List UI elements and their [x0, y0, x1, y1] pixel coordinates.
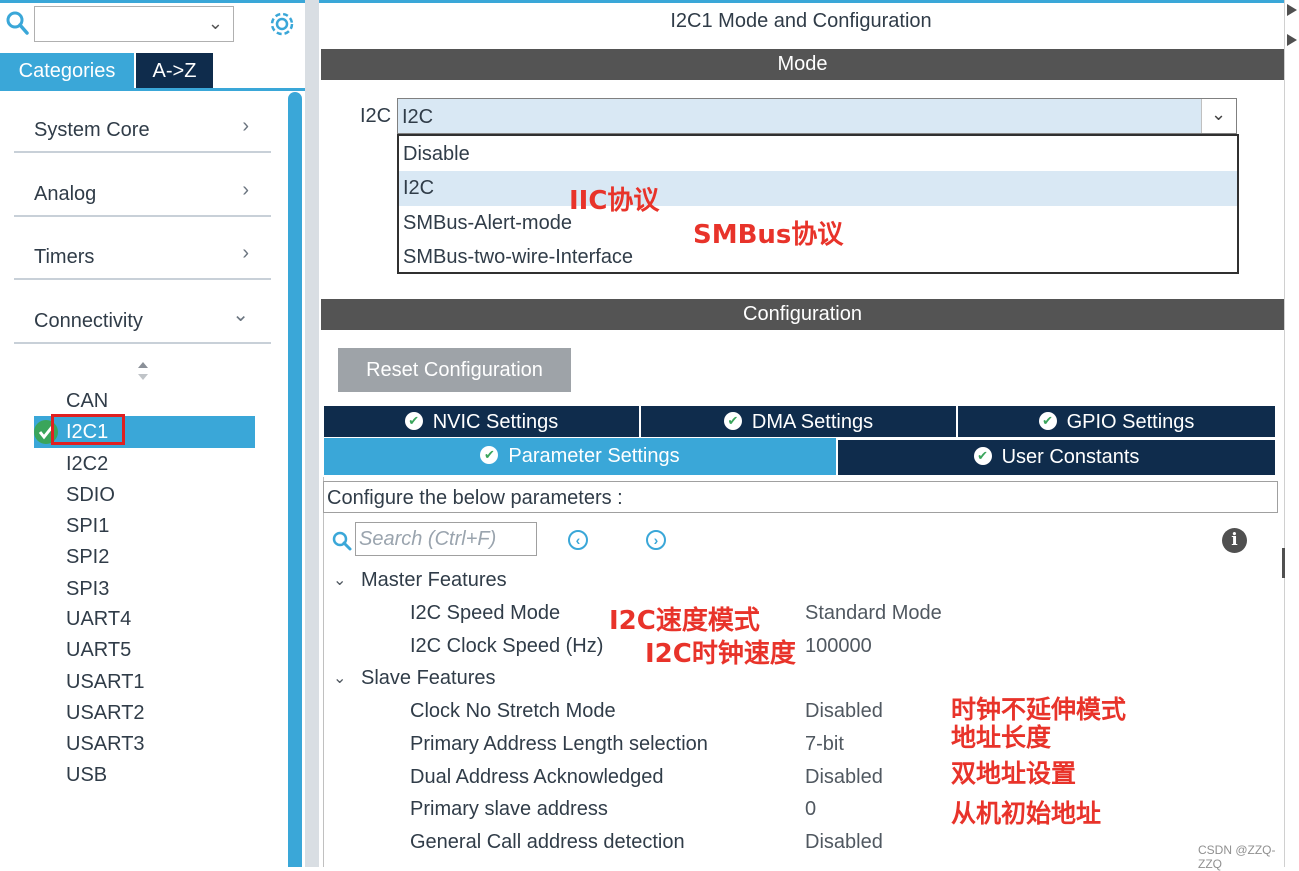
- category-label: Analog: [34, 183, 97, 205]
- chevron-down-icon: ⌄: [1211, 104, 1227, 124]
- search-icon[interactable]: [6, 10, 30, 36]
- tab-nvic-settings[interactable]: ✔ NVIC Settings: [324, 406, 639, 437]
- param-name: Primary slave address: [410, 798, 608, 820]
- param-value[interactable]: Disabled: [805, 831, 883, 854]
- param-name: Clock No Stretch Mode: [410, 700, 616, 722]
- param-value[interactable]: 0: [805, 798, 816, 821]
- parameter-search-input[interactable]: Search (Ctrl+F): [355, 522, 537, 556]
- reset-configuration-button[interactable]: Reset Configuration: [338, 348, 571, 392]
- right-scroll-edge[interactable]: [1284, 0, 1299, 867]
- tab-label: Parameter Settings: [508, 445, 680, 467]
- tab-a-to-z[interactable]: A->Z: [136, 53, 213, 89]
- category-label: Timers: [34, 246, 95, 268]
- top-border: [0, 0, 1299, 3]
- param-name: Primary Address Length selection: [410, 733, 708, 755]
- category-analog[interactable]: Analog ›: [14, 169, 271, 217]
- tab-label: GPIO Settings: [1066, 411, 1195, 433]
- group-slave-features[interactable]: Slave Features: [361, 667, 496, 690]
- param-value[interactable]: 7-bit: [805, 733, 844, 756]
- next-icon[interactable]: ›: [646, 530, 666, 550]
- category-label: System Core: [34, 119, 150, 141]
- i2c-mode-label: I2C: [360, 105, 392, 127]
- periph-usart2[interactable]: USART2: [66, 698, 145, 728]
- mode-dropdown-list: Disable I2C SMBus-Alert-mode SMBus-two-w…: [397, 134, 1239, 274]
- mode-header: Mode: [321, 49, 1284, 80]
- dropdown-option-i2c[interactable]: I2C: [399, 171, 1237, 206]
- annotation-clock-speed: I2C时钟速度: [645, 639, 796, 669]
- gear-icon[interactable]: [268, 10, 296, 38]
- chevron-icon: [1287, 4, 1297, 46]
- check-icon: ✔: [723, 411, 742, 430]
- annotation-address-length: 地址长度: [951, 723, 1052, 752]
- periph-uart4[interactable]: UART4: [66, 604, 131, 634]
- annotation-slave-address: 从机初始地址: [951, 799, 1102, 828]
- periph-uart5[interactable]: UART5: [66, 635, 131, 665]
- param-value[interactable]: Disabled: [805, 700, 883, 723]
- category-timers[interactable]: Timers ›: [14, 232, 271, 280]
- periph-usart1[interactable]: USART1: [66, 667, 145, 697]
- annotation-smbus: SMBus协议: [693, 220, 844, 250]
- periph-spi1[interactable]: SPI1: [66, 511, 109, 541]
- info-icon[interactable]: i: [1222, 528, 1247, 553]
- highlight-box: [51, 414, 125, 445]
- periph-i2c2[interactable]: I2C2: [66, 449, 108, 479]
- periph-sdio[interactable]: SDIO: [66, 480, 115, 510]
- periph-can[interactable]: CAN: [66, 386, 108, 416]
- param-name: I2C Clock Speed (Hz): [410, 635, 604, 657]
- param-name: General Call address detection: [410, 831, 685, 853]
- chevron-down-icon: ⌄: [232, 304, 249, 326]
- search-combo-box[interactable]: ⌄: [34, 6, 234, 42]
- tab-dma-settings[interactable]: ✔ DMA Settings: [641, 406, 956, 437]
- panel-splitter[interactable]: [305, 0, 319, 867]
- param-value[interactable]: 100000: [805, 635, 872, 658]
- check-icon: ✔: [1038, 411, 1057, 430]
- annotation-iic: IIC协议: [569, 186, 660, 216]
- i2c-mode-value: I2C: [402, 106, 434, 128]
- sort-icon[interactable]: [135, 360, 151, 382]
- chevron-down-icon[interactable]: ⌄: [333, 570, 346, 590]
- left-scrollbar[interactable]: [288, 92, 302, 867]
- chevron-right-icon: ›: [242, 179, 249, 201]
- check-icon: ✔: [480, 445, 499, 464]
- configuration-header: Configuration: [321, 299, 1284, 330]
- tab-categories[interactable]: Categories: [0, 53, 134, 89]
- chevron-down-icon: ⌄: [207, 13, 223, 33]
- group-master-features[interactable]: Master Features: [361, 569, 507, 592]
- tab-label: User Constants: [1001, 446, 1140, 468]
- page-title: I2C1 Mode and Configuration: [670, 10, 932, 32]
- tab-label: DMA Settings: [751, 411, 874, 433]
- periph-usart3[interactable]: USART3: [66, 729, 145, 759]
- chevron-down-icon[interactable]: ⌄: [333, 668, 346, 688]
- param-name: Dual Address Acknowledged: [410, 766, 664, 788]
- tab-user-constants[interactable]: ✔ User Constants: [838, 440, 1275, 475]
- periph-usb[interactable]: USB: [66, 760, 107, 790]
- previous-icon[interactable]: ‹: [568, 530, 588, 550]
- periph-spi2[interactable]: SPI2: [66, 542, 109, 572]
- tab-parameter-settings[interactable]: ✔ Parameter Settings: [324, 438, 836, 475]
- i2c-mode-select[interactable]: I2C ⌄: [397, 98, 1237, 134]
- chevron-right-icon: ›: [242, 115, 249, 137]
- search-icon: [332, 531, 352, 551]
- param-name: I2C Speed Mode: [410, 602, 561, 624]
- category-system-core[interactable]: System Core ›: [14, 105, 271, 153]
- chevron-right-icon: ›: [242, 242, 249, 264]
- parameter-scrollbar[interactable]: [1282, 548, 1285, 578]
- param-value[interactable]: Disabled: [805, 766, 883, 789]
- check-icon: ✔: [973, 446, 992, 465]
- category-label: Connectivity: [34, 310, 143, 332]
- parameter-description: Configure the below parameters :: [323, 481, 1278, 513]
- annotation-speed-mode: I2C速度模式: [609, 606, 760, 636]
- dropdown-button[interactable]: ⌄: [1201, 99, 1236, 133]
- param-value[interactable]: Standard Mode: [805, 602, 942, 625]
- dropdown-option-disable[interactable]: Disable: [399, 137, 1237, 172]
- category-connectivity[interactable]: Connectivity ⌄: [14, 296, 271, 344]
- tab-gpio-settings[interactable]: ✔ GPIO Settings: [958, 406, 1275, 437]
- annotation-dual-address: 双地址设置: [951, 759, 1077, 788]
- check-icon: ✔: [404, 411, 423, 430]
- tab-underline: [0, 88, 305, 91]
- tab-label: NVIC Settings: [432, 411, 559, 433]
- periph-spi3[interactable]: SPI3: [66, 574, 109, 604]
